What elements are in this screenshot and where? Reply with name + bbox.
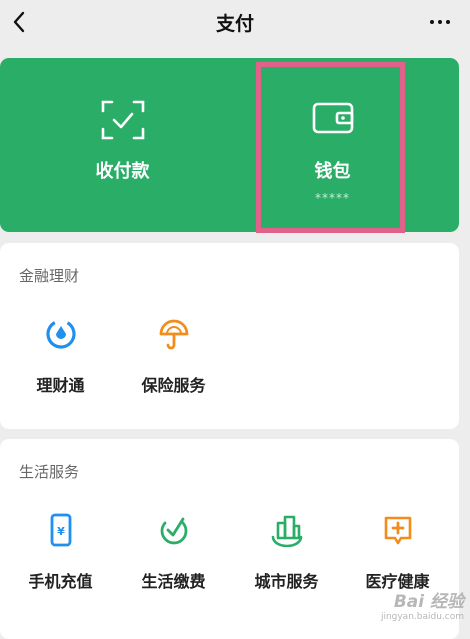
more-dot-icon	[430, 20, 434, 24]
finance-section: 金融理财 理财通 保险服务	[0, 243, 459, 429]
life-section-title: 生活服务	[19, 463, 80, 481]
wallet-icon	[312, 102, 353, 134]
service-label: 理财通	[36, 376, 85, 395]
service-city[interactable]: 城市服务	[229, 513, 344, 592]
page-title: 支付	[215, 13, 254, 35]
wallet-button[interactable]: 钱包 *****	[260, 58, 405, 232]
top-nav-bar: 支付	[0, 0, 470, 46]
wallet-balance-masked: *****	[315, 191, 350, 205]
service-insurance[interactable]: 保险服务	[116, 317, 231, 396]
service-label: 城市服务	[254, 572, 319, 591]
service-utility-payment[interactable]: 生活缴费	[116, 513, 231, 592]
collect-pay-label: 收付款	[95, 161, 150, 182]
scan-qr-icon	[101, 100, 144, 140]
service-label: 手机充值	[28, 572, 93, 591]
finance-section-title: 金融理财	[19, 267, 80, 285]
service-medical[interactable]: 医疗健康	[340, 513, 455, 592]
service-phone-recharge[interactable]: ¥ 手机充值	[3, 513, 118, 592]
more-dot-icon	[446, 20, 450, 24]
collect-pay-button[interactable]: 收付款	[0, 58, 245, 232]
insurance-icon	[159, 319, 188, 350]
watermark: Bai 经验 jingyan.baidu.com	[381, 587, 464, 622]
utility-payment-icon	[160, 517, 187, 545]
city-service-icon	[271, 515, 302, 548]
more-options-button[interactable]	[424, 8, 456, 36]
service-licaitong[interactable]: 理财通	[3, 317, 118, 396]
watermark-sub: jingyan.baidu.com	[380, 612, 464, 622]
wallet-label: 钱包	[314, 161, 351, 182]
payment-card: 收付款 钱包 *****	[0, 58, 459, 232]
phone-recharge-icon: ¥	[50, 513, 71, 547]
medical-health-icon	[384, 516, 411, 545]
service-label: 生活缴费	[141, 572, 206, 591]
more-dot-icon	[438, 20, 442, 24]
watermark-main: Bai 经验	[393, 592, 464, 612]
licaitong-icon	[45, 319, 76, 349]
service-label: 保险服务	[141, 376, 206, 395]
svg-text:¥: ¥	[57, 525, 65, 538]
